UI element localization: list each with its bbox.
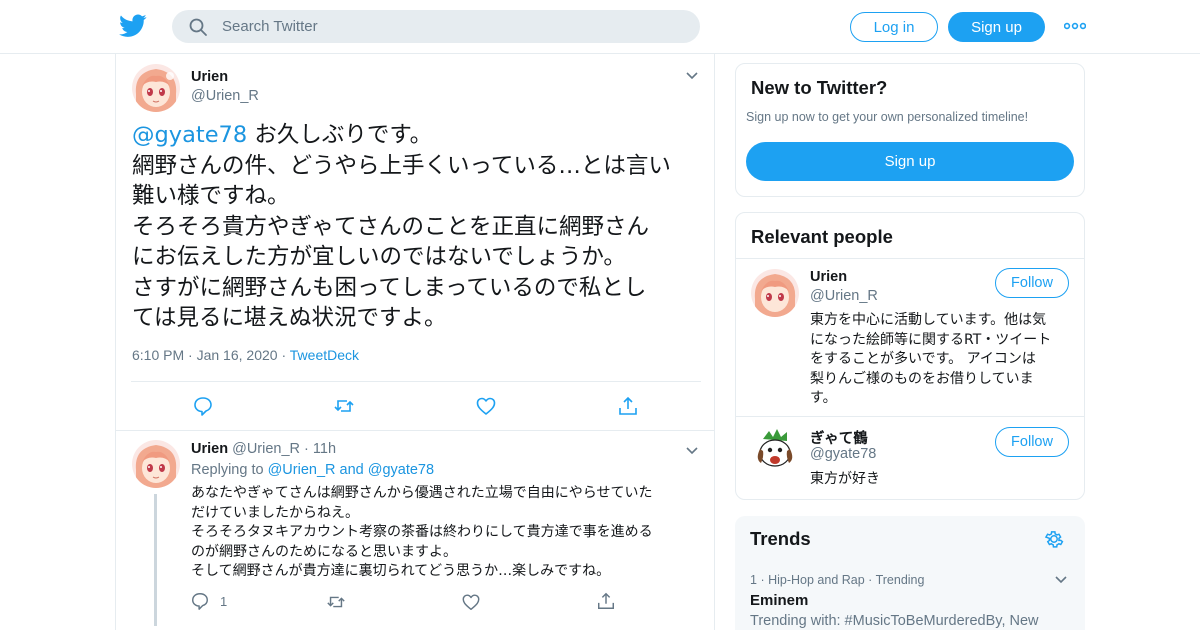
reply-icon[interactable] <box>190 591 210 611</box>
search-bar[interactable] <box>172 10 700 43</box>
top-navigation-bar: Log in Sign up <box>0 0 1200 54</box>
signup-button[interactable]: Sign up <box>948 12 1045 42</box>
tweet-time[interactable]: 6:10 PM <box>132 347 184 363</box>
divider <box>736 258 1084 259</box>
person-handle[interactable]: @Urien_R <box>810 288 878 304</box>
tweet-source-link[interactable]: TweetDeck <box>290 347 359 363</box>
tweet-line: そろそろ貴方やぎゃてさんのことを正直に網野さん <box>132 213 650 240</box>
tweet-thread: Urien @Urien_R @gyate78 お久しぶりです。 網野さんの件、… <box>115 54 715 630</box>
tweet-age[interactable]: 11h <box>313 441 336 457</box>
anime-girl-avatar-icon <box>132 440 180 488</box>
thread-line <box>154 494 157 626</box>
person-bio: 東方を中心に活動しています。他は気 になった絵師等に関するRT・ツイート をする… <box>810 311 1072 409</box>
person-bio: 東方が好き <box>810 470 1072 490</box>
tweet-line: 難い様ですね。 <box>132 183 290 209</box>
share-icon[interactable] <box>596 591 616 611</box>
reply-line: だけていましたからねえ。 <box>191 504 359 521</box>
follow-button[interactable]: Follow <box>995 427 1069 457</box>
avatar[interactable] <box>132 440 180 488</box>
mention-link[interactable]: @gyate78 <box>368 462 434 478</box>
settings-gear-icon[interactable] <box>1043 528 1065 550</box>
separator: · <box>760 573 765 587</box>
separator: · <box>281 347 287 363</box>
bio-line: 梨りんご様のものをお借りしていま <box>810 370 1034 387</box>
chevron-down-icon[interactable] <box>685 446 699 456</box>
search-input[interactable] <box>222 18 662 35</box>
reply-line: そして網野さんが貴方達に裏切られてどう思うか…楽しみですね。 <box>191 563 611 579</box>
tweet-line: 網野さんの件、どうやら上手くいっている…とは言い <box>132 152 671 179</box>
tweet-line: お久しぶりです。 <box>247 122 433 148</box>
anime-girl-avatar-icon <box>132 64 180 112</box>
bio-line: す。 <box>810 390 837 406</box>
trend-name[interactable]: Eminem <box>750 592 808 609</box>
like-heart-icon[interactable] <box>461 592 481 612</box>
divider <box>131 381 701 382</box>
reply-line: そろそろタヌキアカウント考察の茶番は終わりにして貴方達で事を進める <box>191 524 653 540</box>
divider <box>116 430 714 431</box>
login-button[interactable]: Log in <box>850 12 938 42</box>
bio-line: になった絵師等に関するRT・ツイート <box>810 331 1052 348</box>
mention-link[interactable]: @gyate78 <box>132 122 247 148</box>
divider <box>736 416 1084 417</box>
reply-count: 1 <box>220 594 228 609</box>
card-title: New to Twitter? <box>751 77 888 98</box>
like-heart-icon[interactable] <box>475 395 497 417</box>
reply-line: あなたやぎゃてさんは網野さんから優遇された立場で自由にやらせていた <box>191 485 653 501</box>
tweet-line: ては見るに堪えぬ状況ですよ。 <box>132 305 447 331</box>
tweet-metadata: 6:10 PM · Jan 16, 2020 · TweetDeck <box>132 347 359 363</box>
twitter-bird-icon[interactable] <box>119 13 147 39</box>
tweet-line: にお伝えした方が宜しいのではないでしょうか。 <box>132 244 626 270</box>
card-title: Relevant people <box>751 226 893 247</box>
share-icon[interactable] <box>617 395 639 417</box>
mention-link[interactable]: @Urien_R <box>268 462 336 478</box>
author-handle[interactable]: @Urien_R <box>232 441 300 457</box>
bio-line: 東方を中心に活動しています。他は気 <box>810 312 1047 328</box>
reply-header: Urien @Urien_R · 11h <box>191 441 336 457</box>
chevron-down-icon[interactable] <box>685 71 699 81</box>
author-handle[interactable]: @Urien_R <box>191 88 259 104</box>
tweet-date[interactable]: Jan 16, 2020 <box>197 347 278 363</box>
avatar[interactable] <box>751 269 799 317</box>
replying-to: Replying to @Urien_R and @gyate78 <box>191 462 434 478</box>
tweet-line: さすがに網野さんも困ってしまっているので私とし <box>132 274 647 301</box>
trend-category: Hip-Hop and Rap <box>768 573 865 587</box>
separator: · <box>188 347 193 363</box>
replying-and[interactable]: and <box>335 462 367 478</box>
author-name[interactable]: Urien <box>191 441 228 457</box>
more-options-icon[interactable] <box>1064 19 1086 33</box>
bio-line: をすることが多いです。 アイコンは <box>810 351 1036 367</box>
reply-icon[interactable] <box>192 395 214 417</box>
trend-related: Trending with: #MusicToBeMurderedBy, New <box>750 613 1039 629</box>
person-name[interactable]: Urien <box>810 269 847 285</box>
chevron-down-icon[interactable] <box>1054 575 1068 585</box>
separator: · <box>868 573 873 587</box>
replying-label: Replying to <box>191 462 268 478</box>
reply-line: のが網野さんのためになると思いますよ。 <box>191 543 457 560</box>
card-subtitle: Sign up now to get your own personalized… <box>746 110 1029 124</box>
anime-girl-avatar-icon <box>751 269 799 317</box>
separator: · <box>304 441 309 457</box>
cartoon-character-avatar-icon <box>751 425 799 473</box>
reply-text: あなたやぎゃてさんは網野さんから優遇された立場で自由にやらせていた だけていまし… <box>191 484 696 582</box>
new-to-twitter-card: New to Twitter? Sign up now to get your … <box>735 63 1085 197</box>
trend-status: Trending <box>875 573 925 587</box>
avatar[interactable] <box>751 425 799 473</box>
retweet-icon[interactable] <box>333 395 355 417</box>
trends-card: Trends 1 · Hip-Hop and Rap · Trending Em… <box>735 516 1085 630</box>
person-handle[interactable]: @gyate78 <box>810 446 876 462</box>
tweet-text: @gyate78 お久しぶりです。 網野さんの件、どうやら上手くいっている…とは… <box>132 120 702 334</box>
bio-line: 東方が好き <box>810 471 880 487</box>
person-name[interactable]: ぎゃて鶴 <box>810 427 868 448</box>
relevant-people-card: Relevant people Urien @Urien_R Follow 東方… <box>735 212 1085 500</box>
author-name[interactable]: Urien <box>191 69 228 85</box>
signup-button[interactable]: Sign up <box>746 142 1074 181</box>
card-title: Trends <box>750 528 811 549</box>
search-icon <box>189 18 207 36</box>
trend-meta: 1 · Hip-Hop and Rap · Trending <box>750 573 924 587</box>
avatar[interactable] <box>132 64 180 112</box>
retweet-icon[interactable] <box>326 592 346 612</box>
follow-button[interactable]: Follow <box>995 268 1069 298</box>
trend-rank: 1 <box>750 573 757 587</box>
